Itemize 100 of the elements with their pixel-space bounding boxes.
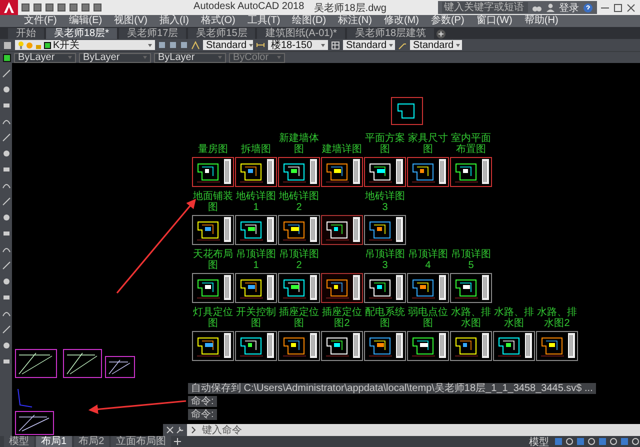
linetype-dropdown[interactable]: ByLayer: [79, 52, 151, 62]
line-tool-icon[interactable]: [2, 69, 10, 78]
drawing-sheet-thumbnail[interactable]: [321, 273, 363, 303]
drawing-sheet-thumbnail[interactable]: [493, 331, 535, 361]
dimension-style-icon[interactable]: [256, 40, 265, 50]
sheet-label: 吊顶详图3: [364, 249, 406, 271]
drawing-sheet-thumbnail[interactable]: [278, 157, 320, 187]
sign-in-link[interactable]: 登录: [559, 0, 579, 14]
menu-item[interactable]: 窗口(W): [476, 15, 512, 27]
sheet-label: 量房图: [197, 144, 229, 155]
layout-tab[interactable]: 模型: [4, 436, 34, 447]
drawing-sheet-thumbnail[interactable]: [364, 273, 406, 303]
drawing-sheet-thumbnail[interactable]: [15, 411, 54, 435]
maximize-icon[interactable]: [613, 2, 623, 12]
file-tab[interactable]: 建筑图纸(A-01)*: [257, 28, 345, 39]
sheet-label: 灯具定位图: [192, 307, 234, 329]
menu-item[interactable]: 标注(N): [338, 15, 372, 27]
wrench-icon[interactable]: [176, 426, 184, 434]
layout-tab[interactable]: 布局1: [36, 436, 72, 447]
menu-item[interactable]: 文件(F): [24, 15, 57, 27]
sheet-label: 吊顶详图1: [235, 249, 277, 271]
drawing-sheet-thumbnail[interactable]: [321, 215, 363, 245]
sheet-label: 水路、排水图: [450, 307, 492, 329]
menu-item[interactable]: 插入(I): [159, 15, 189, 27]
drawing-sheet-thumbnail[interactable]: [321, 331, 363, 361]
drawing-sheet-thumbnail[interactable]: [105, 356, 135, 378]
menu-item[interactable]: 修改(M): [384, 15, 419, 27]
drawing-sheet-thumbnail[interactable]: [364, 215, 406, 245]
drawing-sheet-thumbnail[interactable]: [450, 273, 492, 303]
drawing-sheet-thumbnail[interactable]: [536, 331, 578, 361]
file-tab[interactable]: 吴老师15层: [188, 28, 256, 39]
menu-item[interactable]: 格式(O): [200, 15, 236, 27]
drawing-sheet-thumbnail[interactable]: [321, 157, 363, 187]
sheet-label: 水路、排水图: [493, 307, 535, 329]
layer-properties-icon[interactable]: [3, 40, 12, 50]
sheet-label: 插座定位图: [278, 307, 320, 329]
sun-icon: [26, 42, 33, 48]
drawing-sheet-thumbnail[interactable]: [278, 331, 320, 361]
menu-item[interactable]: 绘图(D): [292, 15, 326, 27]
sheet-label: 家具尺寸图: [407, 133, 449, 155]
menu-item[interactable]: 编辑(E): [68, 15, 102, 27]
drawing-sheet-thumbnail[interactable]: [192, 273, 234, 303]
menu-item[interactable]: 工具(T): [247, 15, 280, 27]
drawing-sheet-thumbnail[interactable]: [364, 157, 406, 187]
file-tab[interactable]: 开始: [8, 28, 44, 39]
drawing-sheet-thumbnail[interactable]: [192, 215, 234, 245]
layer-dropdown[interactable]: K开关: [15, 40, 155, 50]
help-icon[interactable]: [583, 2, 593, 12]
add-tab-icon[interactable]: [436, 29, 446, 39]
menu-item[interactable]: 视图(V): [114, 15, 148, 27]
drawing-sheet-thumbnail[interactable]: [235, 215, 277, 245]
circle-tool-icon[interactable]: [2, 149, 10, 158]
text-style-icon[interactable]: [191, 40, 200, 50]
drawing-sheet-thumbnail[interactable]: [407, 157, 449, 187]
text-style-dropdown[interactable]: Standard: [203, 40, 253, 50]
drawing-sheet-thumbnail[interactable]: [391, 97, 423, 125]
layout-tab[interactable]: 布局2: [74, 436, 110, 447]
drawing-sheet-thumbnail[interactable]: [235, 331, 277, 361]
drawing-sheet-thumbnail[interactable]: [235, 273, 277, 303]
drawing-sheet-thumbnail[interactable]: [235, 157, 277, 187]
drawing-sheet-thumbnail[interactable]: [364, 331, 406, 361]
drawing-sheet-thumbnail[interactable]: [407, 273, 449, 303]
drawing-sheet-thumbnail[interactable]: [278, 273, 320, 303]
drawing-sheet-thumbnail[interactable]: [192, 331, 234, 361]
user-icon[interactable]: [546, 3, 555, 12]
menu-item[interactable]: 帮助(H): [524, 15, 558, 27]
add-layout-icon[interactable]: [173, 437, 182, 446]
sheet-label: 吊顶详图4: [407, 249, 449, 271]
drawing-sheet-thumbnail[interactable]: [407, 331, 449, 361]
sheet-label: 地砖详图1: [235, 191, 277, 213]
file-tab[interactable]: 吴老师18层建筑: [346, 28, 434, 39]
sheet-label: 平面方案图: [364, 133, 406, 155]
application-logo-icon[interactable]: [0, 0, 18, 15]
drawing-sheet-thumbnail[interactable]: [192, 157, 234, 187]
color-dropdown[interactable]: ByLayer: [14, 52, 76, 62]
sheet-label: 地面铺装图: [192, 191, 234, 213]
table-style-icon[interactable]: [331, 40, 340, 50]
multileader-style-dropdown[interactable]: Standard: [410, 40, 462, 50]
sheet-label: 吊顶详图2: [278, 249, 320, 271]
sheet-label: 弱电点位图: [407, 307, 449, 329]
plot-style-dropdown[interactable]: ByColor: [229, 52, 285, 62]
dimension-style-dropdown[interactable]: 楼18-150: [268, 40, 328, 50]
table-style-dropdown[interactable]: Standard: [343, 40, 395, 50]
layout-tab[interactable]: 立面布局图: [111, 436, 172, 447]
sheet-label: 室内平面布置图: [450, 133, 492, 155]
drawing-sheet-thumbnail[interactable]: [15, 349, 57, 378]
close-icon[interactable]: [626, 2, 636, 12]
drawing-sheet-thumbnail[interactable]: [278, 215, 320, 245]
lineweight-dropdown[interactable]: ByLayer: [154, 52, 226, 62]
drawing-sheet-thumbnail[interactable]: [450, 157, 492, 187]
menu-item[interactable]: 参数(P): [430, 15, 464, 27]
window-title: Autodesk AutoCAD 2018: [194, 0, 304, 14]
sheet-label: 地砖详图3: [364, 191, 406, 213]
drawing-sheet-thumbnail[interactable]: [450, 331, 492, 361]
sheet-label: 天花布局图: [192, 249, 234, 271]
file-tab[interactable]: 吴老师17层: [119, 28, 186, 39]
multileader-style-icon[interactable]: [398, 40, 407, 50]
drawing-sheet-thumbnail[interactable]: [63, 349, 102, 378]
model-space-toggle[interactable]: 模型: [529, 434, 549, 447]
file-tab[interactable]: 吴老师18层*: [46, 28, 118, 39]
